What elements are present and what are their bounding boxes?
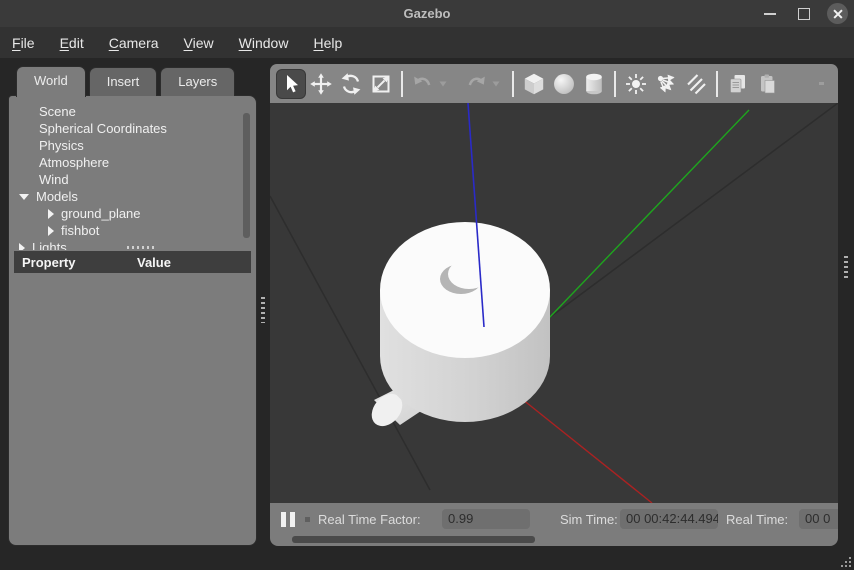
tree-item-fishbot[interactable]: fishbot	[9, 222, 256, 239]
undo-caret-icon[interactable]	[439, 81, 447, 87]
menu-help[interactable]: Help	[313, 35, 342, 51]
titlebar: Gazebo	[0, 0, 854, 27]
paste-button[interactable]	[753, 69, 783, 99]
real-time-factor-value: 0.99	[442, 509, 530, 529]
toolbar-separator	[401, 71, 403, 97]
redo-caret-icon[interactable]	[492, 81, 500, 87]
pause-button[interactable]	[281, 512, 295, 527]
spot-light-icon	[654, 72, 678, 96]
gazebo-window: { "window": { "title": "Gazebo" }, "titl…	[0, 0, 854, 570]
tab-layers[interactable]: Layers	[160, 67, 235, 96]
overflow-caret-icon[interactable]	[819, 82, 824, 85]
cylinder-icon	[581, 71, 607, 97]
menu-file[interactable]: File	[12, 35, 35, 51]
pause-icon	[290, 512, 295, 527]
tree-scrollbar[interactable]	[243, 113, 250, 238]
step-button[interactable]	[305, 517, 310, 522]
copy-button[interactable]	[723, 69, 753, 99]
scale-icon	[369, 72, 393, 96]
undo-icon	[411, 72, 435, 96]
real-time-label: Real Time:	[726, 512, 791, 527]
pause-icon	[281, 512, 286, 527]
spot-light-button[interactable]	[651, 69, 681, 99]
redo-button[interactable]	[461, 69, 491, 99]
statusbar-hscrollbar[interactable]	[270, 536, 838, 544]
menu-view[interactable]: View	[184, 35, 214, 51]
expand-arrow-icon[interactable]	[48, 226, 54, 236]
toolbar-separator	[716, 71, 718, 97]
main-area: Real Time Factor: 0.99 Sim Time: 00 00:4…	[270, 64, 838, 546]
undo-button[interactable]	[408, 69, 438, 99]
property-table-header: Property Value	[14, 251, 251, 273]
point-light-button[interactable]	[621, 69, 651, 99]
expand-arrow-icon[interactable]	[48, 209, 54, 219]
tree-item-spherical-coordinates[interactable]: Spherical Coordinates	[9, 120, 256, 137]
expand-arrow-icon[interactable]	[19, 243, 25, 251]
toolbar-separator	[614, 71, 616, 97]
tab-insert[interactable]: Insert	[89, 67, 158, 96]
tab-world[interactable]: World	[16, 66, 86, 97]
translate-tool-button[interactable]	[306, 69, 336, 99]
box-icon	[521, 71, 547, 97]
collapse-arrow-icon[interactable]	[19, 194, 29, 200]
sim-time-value: 00 00:42:44.494	[620, 509, 718, 529]
maximize-icon[interactable]	[798, 8, 810, 20]
copy-icon	[726, 72, 750, 96]
window-resize-grip[interactable]	[839, 555, 851, 567]
viewport-background	[270, 103, 838, 503]
menubar: File Edit Camera View Window Help	[0, 27, 854, 58]
close-icon[interactable]	[827, 3, 848, 24]
translate-icon	[309, 72, 333, 96]
viewport-canvas[interactable]	[270, 103, 838, 503]
viewport[interactable]	[270, 103, 838, 503]
directional-light-button[interactable]	[681, 69, 711, 99]
select-tool-button[interactable]	[276, 69, 306, 99]
toolbar-separator	[512, 71, 514, 97]
tree-item-wind[interactable]: Wind	[9, 171, 256, 188]
rotate-tool-button[interactable]	[336, 69, 366, 99]
real-time-factor-label: Real Time Factor:	[318, 512, 434, 527]
insert-sphere-button[interactable]	[549, 69, 579, 99]
tree-item-scene[interactable]: Scene	[9, 103, 256, 120]
hscrollbar-thumb[interactable]	[292, 536, 535, 543]
rotate-icon	[339, 72, 363, 96]
statusbar: Real Time Factor: 0.99 Sim Time: 00 00:4…	[270, 503, 838, 546]
paste-icon	[756, 72, 780, 96]
tree-item-physics[interactable]: Physics	[9, 137, 256, 154]
window-title: Gazebo	[0, 0, 854, 27]
insert-box-button[interactable]	[519, 69, 549, 99]
property-column-header: Property	[14, 255, 137, 270]
world-tree: Scene Spherical Coordinates Physics Atmo…	[9, 96, 256, 250]
scale-tool-button[interactable]	[366, 69, 396, 99]
panel-splitter-handle[interactable]	[127, 246, 154, 249]
right-vsplitter-handle[interactable]	[844, 256, 848, 280]
world-panel: Scene Spherical Coordinates Physics Atmo…	[8, 95, 257, 546]
redo-icon	[464, 72, 488, 96]
toolbar	[270, 64, 838, 103]
point-light-icon	[624, 72, 648, 96]
tree-item-atmosphere[interactable]: Atmosphere	[9, 154, 256, 171]
tree-item-models[interactable]: Models	[9, 188, 256, 205]
panel-vsplitter-handle[interactable]	[261, 297, 265, 323]
directional-light-icon	[684, 72, 708, 96]
menu-window[interactable]: Window	[239, 35, 289, 51]
real-time-value: 00 0	[799, 509, 838, 529]
menu-edit[interactable]: Edit	[60, 35, 84, 51]
minimize-icon[interactable]	[764, 13, 776, 15]
menu-camera[interactable]: Camera	[109, 35, 159, 51]
insert-cylinder-button[interactable]	[579, 69, 609, 99]
sim-time-label: Sim Time:	[560, 512, 617, 527]
select-icon	[279, 72, 303, 96]
sphere-icon	[551, 71, 577, 97]
value-column-header: Value	[137, 255, 171, 270]
lidar-top	[448, 259, 490, 289]
statusbar-row: Real Time Factor: 0.99 Sim Time: 00 00:4…	[270, 508, 838, 530]
left-panel-tabs: World Insert Layers	[16, 67, 235, 97]
tree-item-ground-plane[interactable]: ground_plane	[9, 205, 256, 222]
